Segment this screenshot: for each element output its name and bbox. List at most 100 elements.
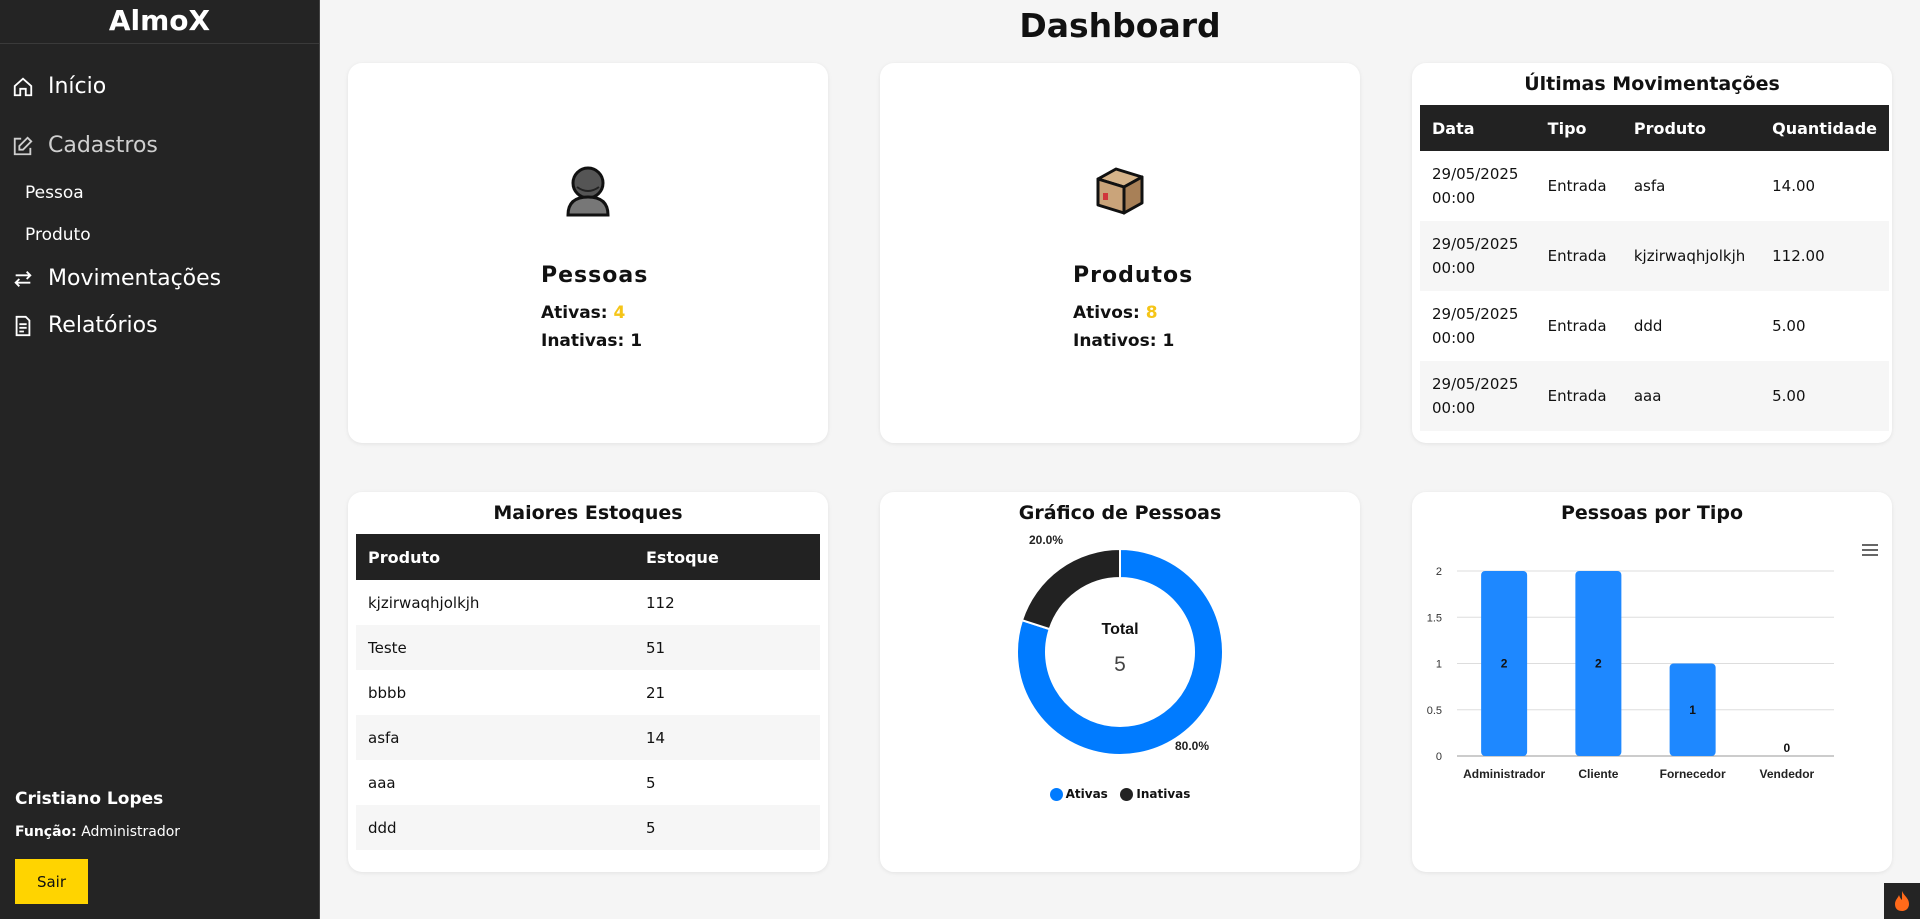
column-header: Quantidade <box>1760 105 1889 151</box>
edit-icon <box>13 135 33 155</box>
quantity-cell: 5.00 <box>1760 361 1889 431</box>
sidebar-subitem-produto[interactable]: Produto <box>25 225 91 245</box>
table-row: 29/05/2025 00:00 Entrada asfa 14.00 <box>1420 151 1889 221</box>
date-cell: 29/05/2025 00:00 <box>1420 291 1536 361</box>
sidebar-item-movimentacoes[interactable]: Movimentações <box>12 266 221 291</box>
products-active: Ativos: 8 <box>1073 303 1158 323</box>
y-tick-label: 0.5 <box>1427 705 1442 717</box>
bar-data-label: 1 <box>1689 703 1696 717</box>
product-cell: bbbb <box>368 683 407 702</box>
sidebar-item-cadastros[interactable]: Cadastros <box>12 133 158 158</box>
column-header: Estoque <box>634 534 820 580</box>
stock-cell: 5 <box>646 773 656 792</box>
type-cell: Entrada <box>1535 361 1622 431</box>
slice-label-ativas: 80.0% <box>1175 739 1209 753</box>
legend-item-inativas[interactable]: Inativas <box>1120 787 1190 801</box>
sidebar-item-label: Cadastros <box>48 133 158 158</box>
sidebar: AlmoX Início Cadastros Pessoa Produto Mo… <box>0 0 320 919</box>
user-role: Função: Administrador <box>15 824 180 840</box>
table-row: 29/05/2025 00:00 Entrada aaa 5.00 <box>1420 361 1889 431</box>
type-cell: Entrada <box>1535 221 1622 291</box>
column-header: Data <box>1420 105 1536 151</box>
bar-data-label: 2 <box>1501 657 1508 671</box>
stock-cell: 5 <box>634 805 820 850</box>
column-header: Produto <box>356 534 634 580</box>
legend-label: Ativas <box>1065 787 1108 801</box>
logout-button[interactable]: Sair <box>15 859 88 904</box>
y-tick-label: 1.5 <box>1427 612 1442 624</box>
people-active-label: Ativas: <box>541 303 608 323</box>
quantity-cell: 5.00 <box>1772 317 1806 335</box>
movements-card: Últimas Movimentações Data Tipo Produto … <box>1412 63 1892 443</box>
product-cell: aaa <box>368 773 396 792</box>
stock-cell: 14 <box>634 715 820 760</box>
sidebar-item-relatorios[interactable]: Relatórios <box>12 313 158 338</box>
table-row: ddd 5 <box>356 805 820 850</box>
products-active-label: Ativos: <box>1073 303 1140 323</box>
time-value: 00:00 <box>1432 189 1476 207</box>
table-row: Teste 51 <box>356 625 820 670</box>
type-bar-chart: 0 0.5 1 1.5 2 2 Administrador 2 Cliente 1 Fornece… <box>1427 566 1834 781</box>
stock-cell: 51 <box>634 625 820 670</box>
date-value: 29/05/2025 <box>1432 165 1519 183</box>
y-tick-label: 0 <box>1436 751 1442 763</box>
x-tick-label: Cliente <box>1578 767 1618 781</box>
people-inactive-count: 1 <box>630 331 643 351</box>
sidebar-item-label: Movimentações <box>48 266 222 291</box>
people-active-count: 4 <box>613 303 626 323</box>
date-value: 29/05/2025 <box>1432 235 1519 253</box>
people-chart-card: Gráfico de Pessoas Total 5 20.0% 80.0% A… <box>880 492 1360 872</box>
chart-legend: Ativas Inativas <box>880 787 1360 801</box>
time-value: 00:00 <box>1432 259 1476 277</box>
table-row: 29/05/2025 00:00 Entrada ddd 5.00 <box>1420 291 1889 361</box>
products-summary-card: Produtos Ativos: 8 Inativos: 1 <box>880 63 1360 443</box>
donut-center-label: Total <box>1101 621 1138 638</box>
time-value: 00:00 <box>1432 329 1476 347</box>
corner-badge[interactable] <box>1884 883 1920 919</box>
products-card-title: Produtos <box>1073 263 1194 288</box>
report-icon <box>15 315 31 336</box>
y-tick-label: 2 <box>1436 566 1442 578</box>
table-row: asfa 14 <box>356 715 820 760</box>
date-value: 29/05/2025 <box>1432 305 1519 323</box>
x-tick-label: Fornecedor <box>1660 767 1726 781</box>
stock-cell: 112 <box>646 593 675 612</box>
products-inactive-count: 1 <box>1162 331 1175 351</box>
home-icon <box>13 77 33 96</box>
package-icon <box>1096 167 1144 215</box>
legend-dot <box>1049 788 1063 801</box>
products-inactive: Inativos: 1 <box>1073 331 1174 351</box>
product-cell: ddd <box>356 805 634 850</box>
people-chart-title: Gráfico de Pessoas <box>1018 502 1222 524</box>
legend-item-ativas[interactable]: Ativas <box>1049 787 1108 801</box>
stock-title: Maiores Estoques <box>493 502 683 524</box>
stock-table: Produto Estoque kjzirwaqhjolkjh 112 Teste… <box>356 534 820 850</box>
table-row: bbbb 21 <box>356 670 820 715</box>
product-cell: Teste <box>356 625 634 670</box>
user-role-value: Administrador <box>81 824 181 840</box>
date-cell: 29/05/2025 00:00 <box>1420 361 1536 431</box>
column-header: Tipo <box>1535 105 1622 151</box>
table-row: 29/05/2025 00:00 Entrada kjzirwaqhjolkjh … <box>1420 221 1889 291</box>
donut-center-value: 5 <box>1114 653 1126 676</box>
product-cell: kjzirwaqhjolkjh <box>368 593 480 612</box>
type-cell: Entrada <box>1547 317 1607 335</box>
stock-card: Maiores Estoques Produto Estoque kjzirwa… <box>348 492 828 872</box>
bar-data-label: 2 <box>1595 657 1602 671</box>
donut-slice-inativas[interactable] <box>1020 547 1121 631</box>
legend-dot <box>1120 788 1134 801</box>
people-inactive: Inativas: 1 <box>541 331 642 351</box>
brand-logo: AlmoX <box>0 0 319 44</box>
sidebar-subitem-pessoa[interactable]: Pessoa <box>25 183 84 203</box>
movements-table: Data Tipo Produto Quantidade 29/05/2025 0… <box>1420 105 1889 431</box>
transfer-icon <box>14 270 32 287</box>
people-active: Ativas: 4 <box>541 303 625 323</box>
sidebar-item-label: Início <box>48 74 107 99</box>
type-chart-card: Pessoas por Tipo 0 0.5 1 1.5 2 2 Administrado… <box>1412 492 1892 872</box>
table-row: kjzirwaqhjolkjh 112 <box>356 580 820 625</box>
people-summary-card: Pessoas Ativas: 4 Inativas: 1 <box>348 63 828 443</box>
time-value: 00:00 <box>1432 399 1476 417</box>
page-title: Dashboard <box>1019 6 1221 45</box>
sidebar-item-inicio[interactable]: Início <box>12 74 106 99</box>
movements-title: Últimas Movimentações <box>1524 73 1780 95</box>
